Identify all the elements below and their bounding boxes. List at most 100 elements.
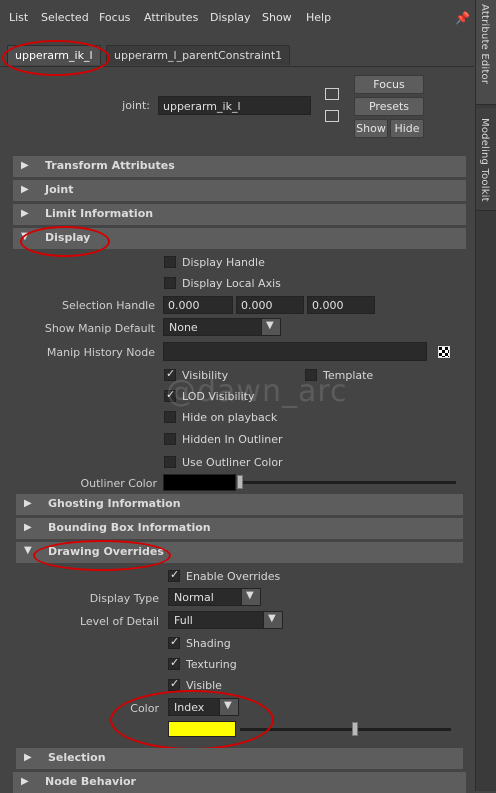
section-title: Transform Attributes bbox=[45, 159, 175, 172]
shading-checkbox[interactable]: ✓ bbox=[168, 635, 180, 649]
use-outliner-color-checkbox[interactable] bbox=[164, 456, 176, 468]
section-bounding-box-information[interactable]: ▶ Bounding Box Information bbox=[16, 518, 463, 539]
checkmark-icon: ✓ bbox=[170, 568, 180, 581]
section-title: Node Behavior bbox=[45, 775, 136, 788]
menu-focus[interactable]: Focus bbox=[99, 11, 130, 24]
presets-button[interactable]: Presets bbox=[354, 97, 424, 116]
menu-display[interactable]: Display bbox=[210, 11, 251, 24]
display-local-axis-checkbox[interactable] bbox=[164, 277, 176, 289]
expand-arrow-icon: ▶ bbox=[21, 184, 29, 195]
display-type-value: Normal bbox=[174, 591, 214, 604]
collapse-arrow-icon: ▼ bbox=[24, 545, 32, 556]
tab-upperarm-parent-constraint[interactable]: upperarm_l_parentConstraint1 bbox=[106, 45, 291, 65]
enable-overrides-checkbox[interactable]: ✓ bbox=[168, 568, 180, 582]
color-mode-dropdown[interactable]: Index ▼ bbox=[168, 698, 239, 716]
hide-button[interactable]: Hide bbox=[390, 119, 424, 138]
expand-arrow-icon: ▶ bbox=[24, 522, 32, 533]
focus-button[interactable]: Focus bbox=[354, 75, 424, 94]
tab-attribute-editor-label: Attribute Editor bbox=[479, 4, 490, 85]
tab-modeling-toolkit[interactable]: Modeling Toolkit bbox=[476, 108, 496, 211]
menu-list[interactable]: List bbox=[9, 11, 28, 24]
section-title: Selection bbox=[48, 751, 106, 764]
menu-help[interactable]: Help bbox=[306, 11, 331, 24]
override-color-slider-handle[interactable] bbox=[352, 722, 358, 736]
show-manip-dropdown[interactable]: None ▼ bbox=[163, 318, 281, 336]
level-of-detail-dropdown[interactable]: Full ▼ bbox=[168, 611, 283, 629]
side-tab-strip: Attribute Editor Modeling Toolkit bbox=[475, 0, 496, 791]
watermark-text: @dawn_arc bbox=[166, 374, 348, 409]
selection-handle-y[interactable]: 0.000 bbox=[236, 296, 304, 314]
expand-arrow-icon: ▶ bbox=[21, 160, 29, 171]
show-button[interactable]: Show bbox=[354, 119, 388, 138]
display-handle-checkbox[interactable] bbox=[164, 256, 176, 268]
menu-selected[interactable]: Selected bbox=[41, 11, 89, 24]
dropdown-arrow-box: ▼ bbox=[241, 589, 260, 605]
dropdown-arrow-box: ▼ bbox=[261, 319, 280, 335]
selection-handle-z[interactable]: 0.000 bbox=[307, 296, 375, 314]
section-joint[interactable]: ▶ Joint bbox=[13, 180, 466, 201]
menu-show[interactable]: Show bbox=[262, 11, 292, 24]
color-mode-value: Index bbox=[174, 701, 205, 714]
section-limit-information[interactable]: ▶ Limit Information bbox=[13, 204, 466, 225]
pin-icon[interactable]: 📌 bbox=[455, 11, 470, 25]
texturing-checkbox[interactable]: ✓ bbox=[168, 656, 180, 670]
visible-checkbox[interactable]: ✓ bbox=[168, 677, 180, 691]
color-label: Color bbox=[130, 702, 159, 715]
texturing-label: Texturing bbox=[186, 658, 237, 671]
hidden-in-outliner-checkbox[interactable] bbox=[164, 433, 176, 445]
visible-label: Visible bbox=[186, 679, 222, 692]
section-transform-attributes[interactable]: ▶ Transform Attributes bbox=[13, 156, 466, 177]
tab-upperarm-ik-l[interactable]: upperarm_ik_l bbox=[7, 45, 101, 65]
section-title: Display bbox=[45, 231, 91, 244]
section-selection[interactable]: ▶ Selection bbox=[16, 748, 463, 769]
override-color-slider-track[interactable] bbox=[240, 728, 451, 731]
section-title: Ghosting Information bbox=[48, 497, 181, 510]
chevron-down-icon: ▼ bbox=[266, 320, 274, 331]
show-manip-value: None bbox=[169, 321, 198, 334]
level-of-detail-label: Level of Detail bbox=[79, 615, 159, 628]
checkmark-icon: ✓ bbox=[170, 677, 180, 690]
checkmark-icon: ✓ bbox=[170, 635, 180, 648]
section-node-behavior[interactable]: ▶ Node Behavior bbox=[13, 772, 466, 793]
input-connection-icon[interactable] bbox=[325, 88, 339, 100]
joint-label: joint: bbox=[122, 99, 150, 112]
selection-handle-label: Selection Handle bbox=[62, 299, 155, 312]
outliner-color-swatch[interactable] bbox=[163, 474, 236, 491]
manip-history-label: Manip History Node bbox=[46, 346, 155, 359]
joint-name-field[interactable]: upperarm_ik_l bbox=[158, 96, 311, 115]
dropdown-arrow-box: ▼ bbox=[263, 612, 282, 628]
expand-arrow-icon: ▶ bbox=[21, 776, 29, 787]
enable-overrides-label: Enable Overrides bbox=[186, 570, 281, 583]
hidden-in-outliner-label: Hidden In Outliner bbox=[182, 433, 283, 446]
tab-modeling-toolkit-label: Modeling Toolkit bbox=[479, 118, 490, 202]
expand-arrow-icon: ▶ bbox=[24, 498, 32, 509]
node-tab-row: upperarm_ik_l upperarm_l_parentConstrain… bbox=[0, 44, 474, 67]
outliner-color-slider-track[interactable] bbox=[240, 481, 456, 484]
chevron-down-icon: ▼ bbox=[268, 613, 276, 624]
menu-bar: List Selected Focus Attributes Display S… bbox=[0, 0, 474, 36]
chevron-down-icon: ▼ bbox=[246, 590, 254, 601]
hide-on-playback-checkbox[interactable] bbox=[164, 411, 176, 423]
show-manip-label: Show Manip Default bbox=[44, 322, 155, 335]
manip-history-field[interactable] bbox=[163, 342, 427, 361]
section-title: Joint bbox=[45, 183, 74, 196]
section-title: Drawing Overrides bbox=[48, 545, 164, 558]
section-display[interactable]: ▼ Display bbox=[13, 228, 466, 249]
hide-on-playback-label: Hide on playback bbox=[182, 411, 278, 424]
output-connection-icon[interactable] bbox=[325, 110, 339, 122]
node-select-icon[interactable] bbox=[438, 346, 450, 358]
display-type-label: Display Type bbox=[89, 592, 159, 605]
display-type-dropdown[interactable]: Normal ▼ bbox=[168, 588, 261, 606]
checkmark-icon: ✓ bbox=[170, 656, 180, 669]
dropdown-arrow-box: ▼ bbox=[219, 699, 238, 715]
section-drawing-overrides[interactable]: ▼ Drawing Overrides bbox=[16, 542, 463, 563]
section-title: Bounding Box Information bbox=[48, 521, 211, 534]
collapse-arrow-icon: ▼ bbox=[21, 231, 29, 242]
section-ghosting-information[interactable]: ▶ Ghosting Information bbox=[16, 494, 463, 515]
override-color-swatch[interactable] bbox=[168, 721, 236, 737]
menu-attributes[interactable]: Attributes bbox=[144, 11, 198, 24]
outliner-color-slider-handle[interactable] bbox=[237, 475, 243, 489]
expand-arrow-icon: ▶ bbox=[24, 752, 32, 763]
selection-handle-x[interactable]: 0.000 bbox=[163, 296, 233, 314]
tab-attribute-editor[interactable]: Attribute Editor bbox=[476, 0, 496, 105]
